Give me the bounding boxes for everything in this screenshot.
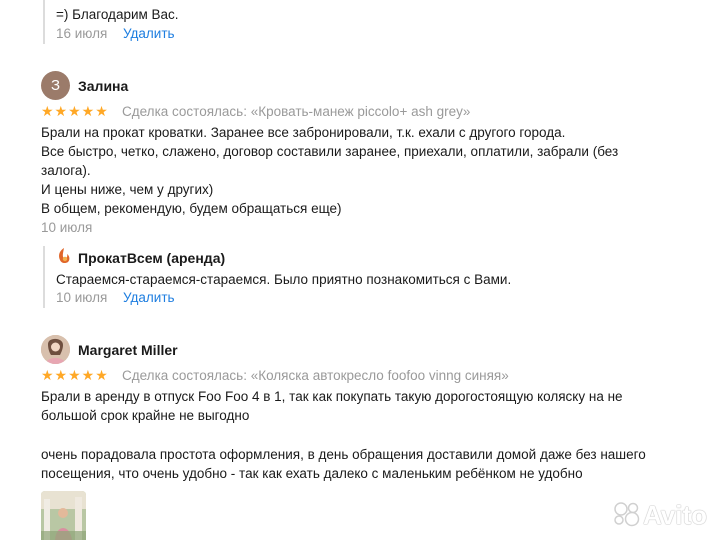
avatar[interactable]: [41, 335, 70, 364]
review-text-line: очень порадовала простота оформления, в …: [41, 447, 646, 462]
deal-info[interactable]: Сделка состоялась: «Коляска автокресло f…: [122, 368, 509, 383]
reply-thread-line: [43, 0, 45, 44]
review-photo-thumbnail[interactable]: [41, 491, 86, 540]
review-text-line: Брали на прокат кроватки. Заранее все за…: [41, 125, 566, 140]
review-text-line: большой срок крайне не выгодно: [41, 408, 250, 423]
rating-stars: ★★★★★: [41, 367, 109, 383]
review-text-line: посещения, что очень удобно - так как ех…: [41, 466, 583, 481]
reply-thread-line: [43, 246, 45, 308]
reply-date: 16 июля: [56, 26, 108, 41]
review-text-line: И цены ниже, чем у других): [41, 182, 214, 197]
avatar-photo: [41, 335, 70, 364]
review-author[interactable]: Залина: [78, 78, 128, 94]
reply-text: =) Благодарим Вас.: [56, 7, 179, 22]
reply-text: Стараемся-стараемся-стараемся. Было прия…: [56, 272, 512, 287]
reply-date: 10 июля: [56, 290, 108, 305]
review-text-line: залога).: [41, 163, 91, 178]
deal-info[interactable]: Сделка состоялась: «Кровать-манеж piccol…: [122, 104, 470, 119]
avito-watermark-text: Avito: [643, 500, 708, 530]
seller-logo-icon: [56, 247, 72, 265]
review-text-line: В общем, рекомендую, будем обращаться ещ…: [41, 201, 342, 216]
review-text-line: Брали в аренду в отпуск Foo Foo 4 в 1, т…: [41, 389, 623, 404]
review-author[interactable]: Margaret Miller: [78, 342, 178, 358]
review-text-line: Все быстро, четко, слажено, договор сост…: [41, 144, 619, 159]
delete-reply-link[interactable]: Удалить: [123, 290, 175, 305]
avatar-letter: З: [50, 77, 61, 94]
avito-logo-icon: [612, 501, 642, 527]
delete-reply-link[interactable]: Удалить: [123, 26, 175, 41]
review-date: 10 июля: [41, 220, 93, 235]
avatar[interactable]: З: [41, 71, 70, 100]
rating-stars: ★★★★★: [41, 103, 109, 119]
seller-name[interactable]: ПрокатВсем (аренда): [78, 250, 225, 266]
